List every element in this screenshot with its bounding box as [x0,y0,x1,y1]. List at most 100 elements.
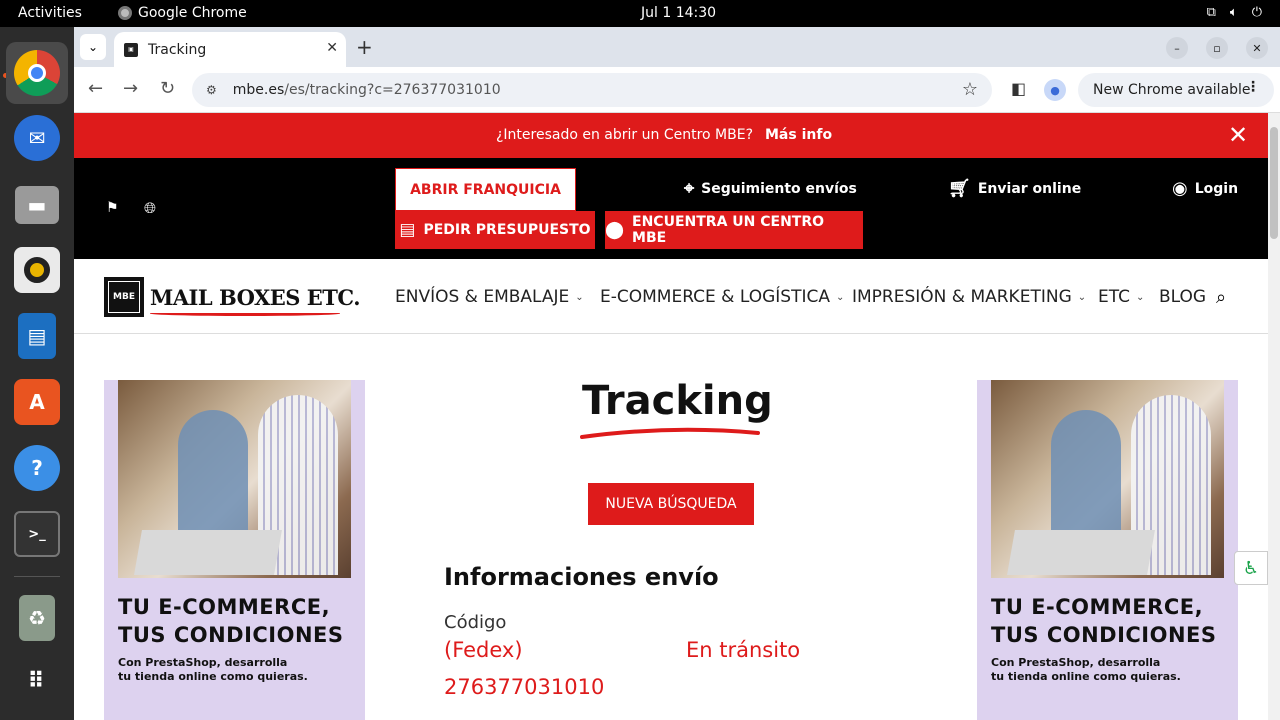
find-center-label: ENCUENTRA UN CENTRO MBE [632,214,825,246]
send-online-link[interactable]: 🛒︎ Enviar online [948,178,1081,199]
ad-headline-line-1: TU E-COMMERCE, [118,595,331,619]
new-tab-button[interactable]: + [356,35,373,59]
dock-rhythmbox[interactable] [6,239,68,301]
promo-banner: ¿Interesado en abrir un Centro MBE? Más … [74,113,1268,158]
dock-app-grid[interactable]: ⠿ [6,650,68,712]
chevron-down-icon: ⌄ [1136,291,1145,303]
nav-item-ecommerce[interactable]: E-COMMERCE & LOGÍSTICA ⌄ [600,287,844,307]
writer-icon: ▤ [18,313,56,359]
chrome-icon [14,50,60,96]
side-panel-icon[interactable]: ◧ [1011,79,1026,98]
tab-close-icon[interactable]: ✕ [326,40,338,56]
tab-tracking[interactable]: ▣ Tracking ✕ [114,32,346,67]
ad-banner-left[interactable]: TU E-COMMERCE, TUS CONDICIONES Con Prest… [104,380,365,720]
title-underline-swoosh [580,427,760,439]
app-name: Google Chrome [138,5,247,21]
accessibility-icon[interactable]: ♿︎ [1234,551,1268,585]
ad-headline-line-1: TU E-COMMERCE, [991,595,1204,619]
tab-strip: ⌄ ▣ Tracking ✕ + – ▫ ✕ [74,27,1280,67]
scrollbar-thumb[interactable] [1270,127,1278,239]
back-button[interactable]: ← [88,78,103,99]
ad-headline-line-2: TUS CONDICIONES [118,623,344,647]
url-path: /es/tracking?c=276377031010 [284,82,501,98]
search-icon[interactable]: ⌕ [1216,287,1226,308]
app-center-icon: A [14,379,60,425]
promo-more-info-link[interactable]: Más info [765,127,832,143]
flag-icon[interactable]: ⚑ [106,200,119,216]
tracking-number: 276377031010 [444,675,605,699]
dock-thunderbird[interactable]: ✉ [6,107,68,169]
nav-item-envios[interactable]: ENVÍOS & EMBALAJE ⌄ [395,287,584,307]
code-label: Código [444,612,507,633]
ad-laptop [1007,530,1155,575]
tab-search-button[interactable]: ⌄ [80,34,106,60]
shipment-info-title: Informaciones envío [444,563,719,591]
chevron-down-icon: ⌄ [1077,291,1087,303]
site-info-icon[interactable]: ⚙ [206,83,217,97]
tracking-link[interactable]: ⌖ Seguimiento envíos [684,178,857,199]
close-window-button[interactable]: ✕ [1246,37,1268,59]
dock-terminal[interactable]: >_ [6,503,68,565]
page-scrollbar[interactable] [1268,113,1280,720]
url-host: mbe.es [232,82,285,98]
help-icon: ? [14,445,60,491]
kebab-menu-icon[interactable]: ⋮ [1246,79,1260,95]
promo-close-icon[interactable]: ✕ [1228,121,1248,149]
mbe-favicon: ▣ [124,42,138,57]
browser-toolbar: ← → ↻ ⚙ mbe.es/es/tracking?c=27637703101… [74,67,1280,113]
dock-trash[interactable]: ♻ [6,587,68,649]
login-link[interactable]: ◉ Login [1172,178,1238,199]
tab-title: Tracking [148,41,207,58]
app-grid-icon: ⠿ [27,668,47,694]
chat-icon: ▤ [399,220,416,240]
web-page: ¿Interesado en abrir un Centro MBE? Más … [74,113,1268,720]
dock-app-center[interactable]: A [6,371,68,433]
dock-separator [14,576,60,577]
new-search-button[interactable]: NUEVA BÚSQUEDA [588,483,754,525]
shipment-status: En tránsito [686,638,801,662]
logo-swoosh [150,311,340,316]
ad-headline: TU E-COMMERCE, TUS CONDICIONES [118,593,358,649]
nav-item-etc[interactable]: ETC ⌄ [1098,287,1144,307]
dock-files[interactable]: ▬ [6,174,68,236]
activities-button[interactable]: Activities [18,5,82,21]
minimize-button[interactable]: – [1166,37,1188,59]
reload-button[interactable]: ↻ [160,78,175,99]
update-chrome-button[interactable]: New Chrome available ⋮ [1078,73,1274,107]
system-tray[interactable]: ⧉ 🔈︎ ⏻ [1207,5,1262,20]
volume-icon: 🔈︎ [1229,5,1238,20]
ad-body-line-1: Con PrestaShop, desarrolla [118,656,288,669]
find-center-button[interactable]: ⬤ ENCUENTRA UN CENTRO MBE [605,211,863,249]
clock[interactable]: Jul 1 14:30 [641,5,716,21]
nav-item-label: IMPRESIÓN & MARKETING [852,287,1072,307]
address-bar[interactable]: ⚙ mbe.es/es/tracking?c=276377031010 ☆ [192,73,992,107]
ad-photo [991,380,1224,578]
nav-item-blog[interactable]: BLOG [1159,287,1206,307]
nav-item-label: E-COMMERCE & LOGÍSTICA [600,287,830,307]
ad-photo [118,380,351,578]
dock: ✉ ▬ ▤ A ? >_ ♻ ⠿ [0,27,74,720]
open-franchise-button[interactable]: ABRIR FRANQUICIA [395,168,576,211]
dock-chrome[interactable] [6,42,68,104]
forward-button[interactable]: → [123,78,138,99]
nav-item-impresion[interactable]: IMPRESIÓN & MARKETING ⌄ [852,287,1086,307]
login-label: Login [1194,180,1239,197]
dock-writer[interactable]: ▤ [6,305,68,367]
globe-icon[interactable]: 🌐︎ [144,199,156,217]
chevron-down-icon: ⌄ [575,291,584,303]
network-icon: ⧉ [1206,5,1216,20]
logo-name-wrap: MAIL BOXES ETC. [150,285,361,316]
page-title: Tracking [582,378,773,424]
ad-body: Con PrestaShop, desarrolla tu tienda onl… [991,656,1221,684]
app-menu[interactable]: Google Chrome [118,5,247,21]
bookmark-star-icon[interactable]: ☆ [962,79,978,100]
ad-body-line-2: tu tienda online como quieras. [118,670,308,683]
maximize-button[interactable]: ▫ [1206,37,1228,59]
dock-help[interactable]: ? [6,437,68,499]
mbe-logo[interactable]: MBE MAIL BOXES ETC. [104,277,361,317]
ad-banner-right[interactable]: TU E-COMMERCE, TUS CONDICIONES Con Prest… [977,380,1238,720]
chrome-icon [118,6,132,20]
update-label: New Chrome available [1093,82,1251,98]
request-quote-button[interactable]: ▤ PEDIR PRESUPUESTO [395,211,595,249]
profile-avatar[interactable]: ● [1044,79,1066,101]
